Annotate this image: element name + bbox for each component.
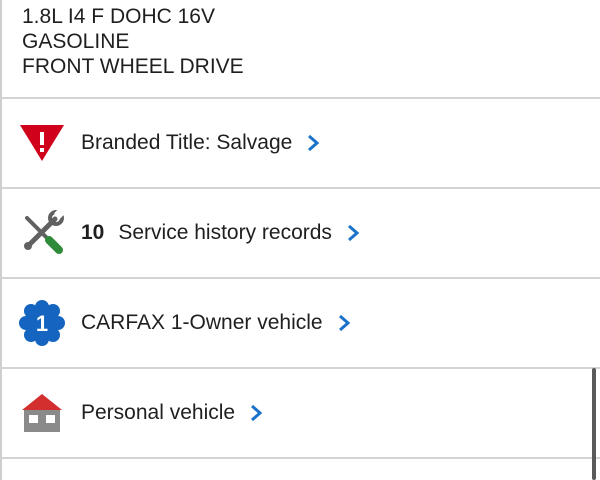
- service-history-label: Service history records: [118, 221, 332, 244]
- chevron-right-icon: [347, 224, 360, 242]
- service-history-row[interactable]: 10 Service history records: [2, 189, 600, 279]
- scrollbar[interactable]: [592, 368, 596, 480]
- one-owner-label: CARFAX 1-Owner vehicle: [81, 311, 323, 334]
- chevron-right-icon: [308, 134, 320, 152]
- owner-count-badge-text: 1: [36, 311, 48, 336]
- vehicle-specs: 1.8L I4 F DOHC 16V GASOLINE FRONT WHEEL …: [2, 0, 600, 99]
- wrench-screwdriver-icon: [19, 210, 65, 256]
- one-owner-row[interactable]: 1 CARFAX 1-Owner vehicle: [2, 279, 600, 369]
- fuel-spec: GASOLINE: [22, 30, 130, 53]
- drive-spec: FRONT WHEEL DRIVE: [22, 55, 244, 78]
- chevron-right-icon: [338, 314, 350, 332]
- house-icon: [19, 390, 65, 436]
- chevron-right-icon: [251, 404, 263, 422]
- branded-title-label: Branded Title: Salvage: [81, 131, 293, 154]
- service-record-count: 10: [81, 221, 105, 244]
- one-owner-badge-icon: 1: [19, 300, 65, 346]
- engine-spec: 1.8L I4 F DOHC 16V: [22, 5, 215, 28]
- report-panel: 1.8L I4 F DOHC 16V GASOLINE FRONT WHEEL …: [0, 0, 600, 480]
- personal-vehicle-label: Personal vehicle: [81, 401, 236, 424]
- personal-vehicle-row[interactable]: Personal vehicle: [2, 369, 600, 459]
- branded-title-row[interactable]: Branded Title: Salvage: [2, 99, 600, 189]
- warning-triangle-icon: [19, 120, 65, 166]
